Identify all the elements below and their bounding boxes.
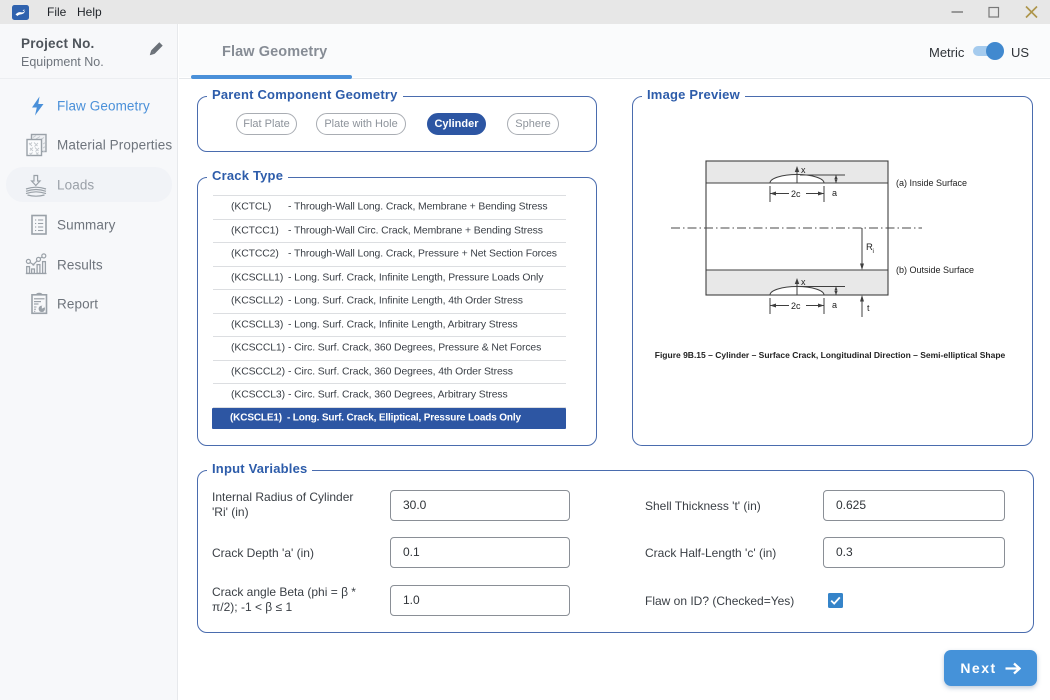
- svg-text:(b) Outside Surface: (b) Outside Surface: [896, 265, 974, 275]
- svg-text:x: x: [801, 277, 806, 287]
- svg-text:a: a: [832, 300, 837, 310]
- svg-text:(a) Inside Surface: (a) Inside Surface: [896, 178, 967, 188]
- svg-text:2c: 2c: [791, 189, 801, 199]
- svg-text:i: i: [873, 248, 874, 255]
- svg-text:x: x: [801, 165, 806, 175]
- svg-text:a: a: [832, 188, 837, 198]
- svg-text:t: t: [867, 303, 870, 313]
- svg-text:2c: 2c: [791, 301, 801, 311]
- svg-text:Figure 9B.15 – Cylinder – Surf: Figure 9B.15 – Cylinder – Surface Crack,…: [655, 350, 1006, 360]
